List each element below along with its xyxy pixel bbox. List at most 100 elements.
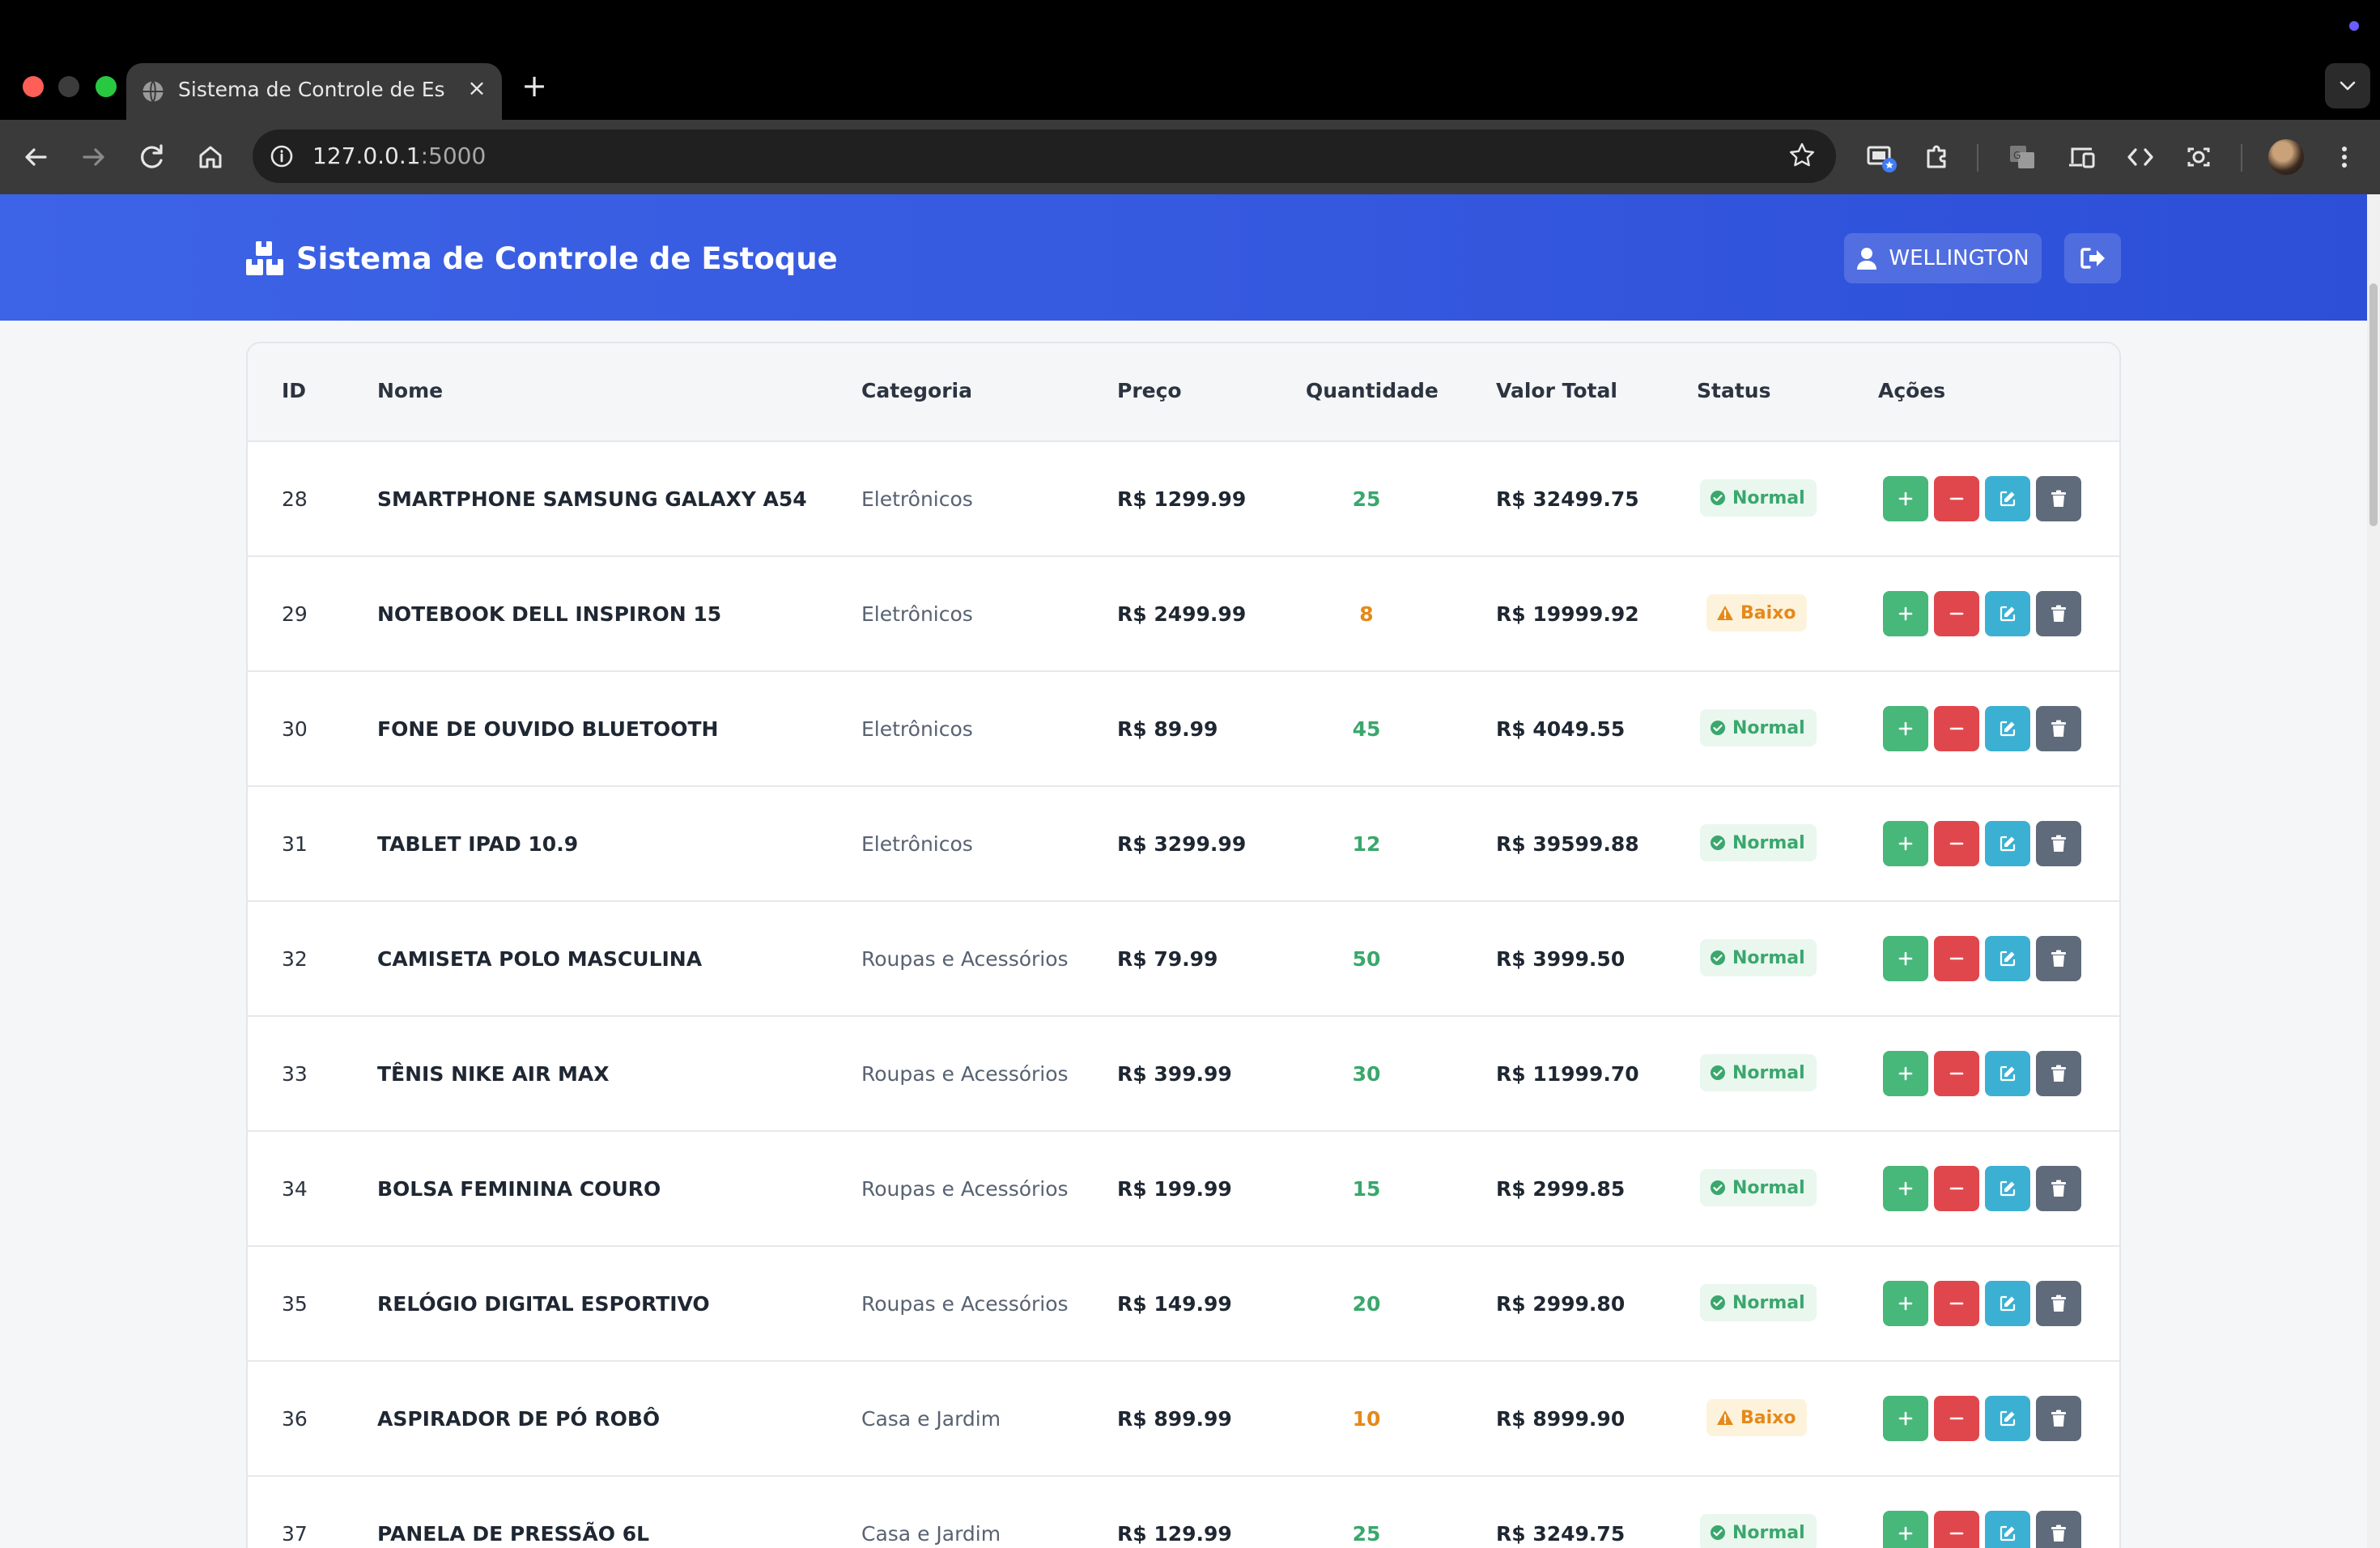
product-total-value: R$ 2999.85: [1496, 1177, 1626, 1201]
home-button[interactable]: [191, 138, 230, 176]
tab-title: Sistema de Controle de Estoque: [178, 78, 445, 101]
scrollbar-thumb[interactable]: [2369, 283, 2378, 526]
add-stock-button[interactable]: [1883, 1281, 1928, 1326]
window-minimize-button[interactable]: [58, 76, 79, 97]
add-stock-button[interactable]: [1883, 1511, 1928, 1548]
trash-icon: [2051, 720, 2066, 737]
add-stock-button[interactable]: [1883, 821, 1928, 866]
product-quantity: 12: [1352, 832, 1381, 856]
remove-stock-button[interactable]: [1934, 1396, 1979, 1441]
browser-tab[interactable]: Sistema de Controle de Estoque ×: [126, 63, 502, 120]
delete-product-button[interactable]: [2036, 1396, 2081, 1441]
window-close-button[interactable]: [23, 76, 44, 97]
device-toolbar-button[interactable]: [2063, 138, 2102, 176]
product-name: SMARTPHONE SAMSUNG GALAXY A54: [377, 487, 807, 511]
delete-product-button[interactable]: [2036, 1051, 2081, 1096]
edit-product-button[interactable]: [1985, 936, 2030, 981]
product-id: 32: [282, 947, 308, 971]
tab-close-icon[interactable]: ×: [463, 74, 491, 102]
product-id: 31: [282, 832, 308, 856]
product-name: FONE DE OUVIDO BLUETOOTH: [377, 717, 719, 741]
forward-button[interactable]: [74, 138, 113, 176]
logout-button[interactable]: [2064, 233, 2121, 283]
product-name: NOTEBOOK DELL INSPIRON 15: [377, 602, 722, 626]
add-stock-button[interactable]: [1883, 936, 1928, 981]
delete-product-button[interactable]: [2036, 936, 2081, 981]
add-stock-button[interactable]: [1883, 706, 1928, 751]
remove-stock-button[interactable]: [1934, 706, 1979, 751]
remove-stock-button[interactable]: [1934, 1166, 1979, 1211]
product-quantity: 25: [1352, 487, 1381, 511]
edit-product-button[interactable]: [1985, 821, 2030, 866]
url-text[interactable]: 127.0.0.1:5000: [312, 142, 486, 169]
plus-icon: [1898, 1296, 1913, 1311]
browser-menu-button[interactable]: [2325, 138, 2364, 176]
delete-product-button[interactable]: [2036, 1511, 2081, 1548]
product-quantity: 25: [1352, 1522, 1381, 1546]
remove-stock-button[interactable]: [1934, 1281, 1979, 1326]
add-stock-button[interactable]: [1883, 1396, 1928, 1441]
add-stock-button[interactable]: [1883, 476, 1928, 521]
product-quantity: 30: [1352, 1062, 1381, 1086]
status-badge: Normal: [1700, 1169, 1817, 1206]
remove-stock-button[interactable]: [1934, 821, 1979, 866]
edit-product-button[interactable]: [1985, 1281, 2030, 1326]
devtools-button[interactable]: [2121, 138, 2160, 176]
home-icon: [199, 146, 222, 168]
product-id: 34: [282, 1177, 308, 1201]
status-label: Normal: [1732, 1177, 1805, 1198]
back-button[interactable]: [16, 138, 55, 176]
translate-button[interactable]: G: [2003, 138, 2042, 176]
row-actions: [1883, 1166, 2087, 1211]
edit-product-button[interactable]: [1985, 591, 2030, 636]
delete-product-button[interactable]: [2036, 1281, 2081, 1326]
edit-product-button[interactable]: [1985, 476, 2030, 521]
extensions-button[interactable]: [1917, 138, 1956, 176]
page-scrollbar[interactable]: [2367, 194, 2380, 1548]
delete-product-button[interactable]: [2036, 821, 2081, 866]
delete-product-button[interactable]: [2036, 591, 2081, 636]
puzzle-icon: [1927, 145, 1946, 168]
remove-stock-button[interactable]: [1934, 1511, 1979, 1548]
address-bar[interactable]: 127.0.0.1:5000: [253, 130, 1836, 183]
product-category: Roupas e Acessórios: [861, 1292, 1069, 1316]
extension-cast-button[interactable]: [1862, 138, 1901, 176]
add-stock-button[interactable]: [1883, 1166, 1928, 1211]
reload-button[interactable]: [133, 138, 172, 176]
status-label: Normal: [1732, 1292, 1805, 1313]
camera-icon: [2187, 147, 2210, 167]
edit-product-button[interactable]: [1985, 706, 2030, 751]
status-label: Normal: [1732, 832, 1805, 853]
user-menu-button[interactable]: WELLINGTON: [1844, 233, 2042, 283]
window-maximize-button[interactable]: [96, 76, 117, 97]
add-stock-button[interactable]: [1883, 1051, 1928, 1096]
status-badge: Normal: [1700, 1284, 1817, 1321]
remove-stock-button[interactable]: [1934, 476, 1979, 521]
tab-search-button[interactable]: [2325, 63, 2370, 108]
new-tab-button[interactable]: +: [518, 70, 550, 102]
app-title: Sistema de Controle de Estoque: [296, 240, 838, 276]
delete-product-button[interactable]: [2036, 476, 2081, 521]
edit-product-button[interactable]: [1985, 1051, 2030, 1096]
product-total-value: R$ 3999.50: [1496, 947, 1626, 971]
remove-stock-button[interactable]: [1934, 591, 1979, 636]
edit-icon: [2000, 606, 2016, 622]
edit-product-button[interactable]: [1985, 1396, 2030, 1441]
product-name: CAMISETA POLO MASCULINA: [377, 947, 703, 971]
add-stock-button[interactable]: [1883, 591, 1928, 636]
edit-product-button[interactable]: [1985, 1511, 2030, 1548]
product-total-value: R$ 19999.92: [1496, 602, 1639, 626]
trash-icon: [2051, 490, 2066, 507]
remove-stock-button[interactable]: [1934, 936, 1979, 981]
screenshot-button[interactable]: [2179, 138, 2218, 176]
product-price: R$ 1299.99: [1117, 487, 1247, 511]
delete-product-button[interactable]: [2036, 1166, 2081, 1211]
delete-product-button[interactable]: [2036, 706, 2081, 751]
site-info-icon[interactable]: [267, 142, 296, 171]
minus-icon: [1949, 1072, 1964, 1075]
bookmark-star-icon[interactable]: [1786, 139, 1818, 172]
remove-stock-button[interactable]: [1934, 1051, 1979, 1096]
edit-product-button[interactable]: [1985, 1166, 2030, 1211]
profile-avatar[interactable]: [2268, 139, 2304, 175]
product-category: Casa e Jardim: [861, 1522, 1001, 1546]
